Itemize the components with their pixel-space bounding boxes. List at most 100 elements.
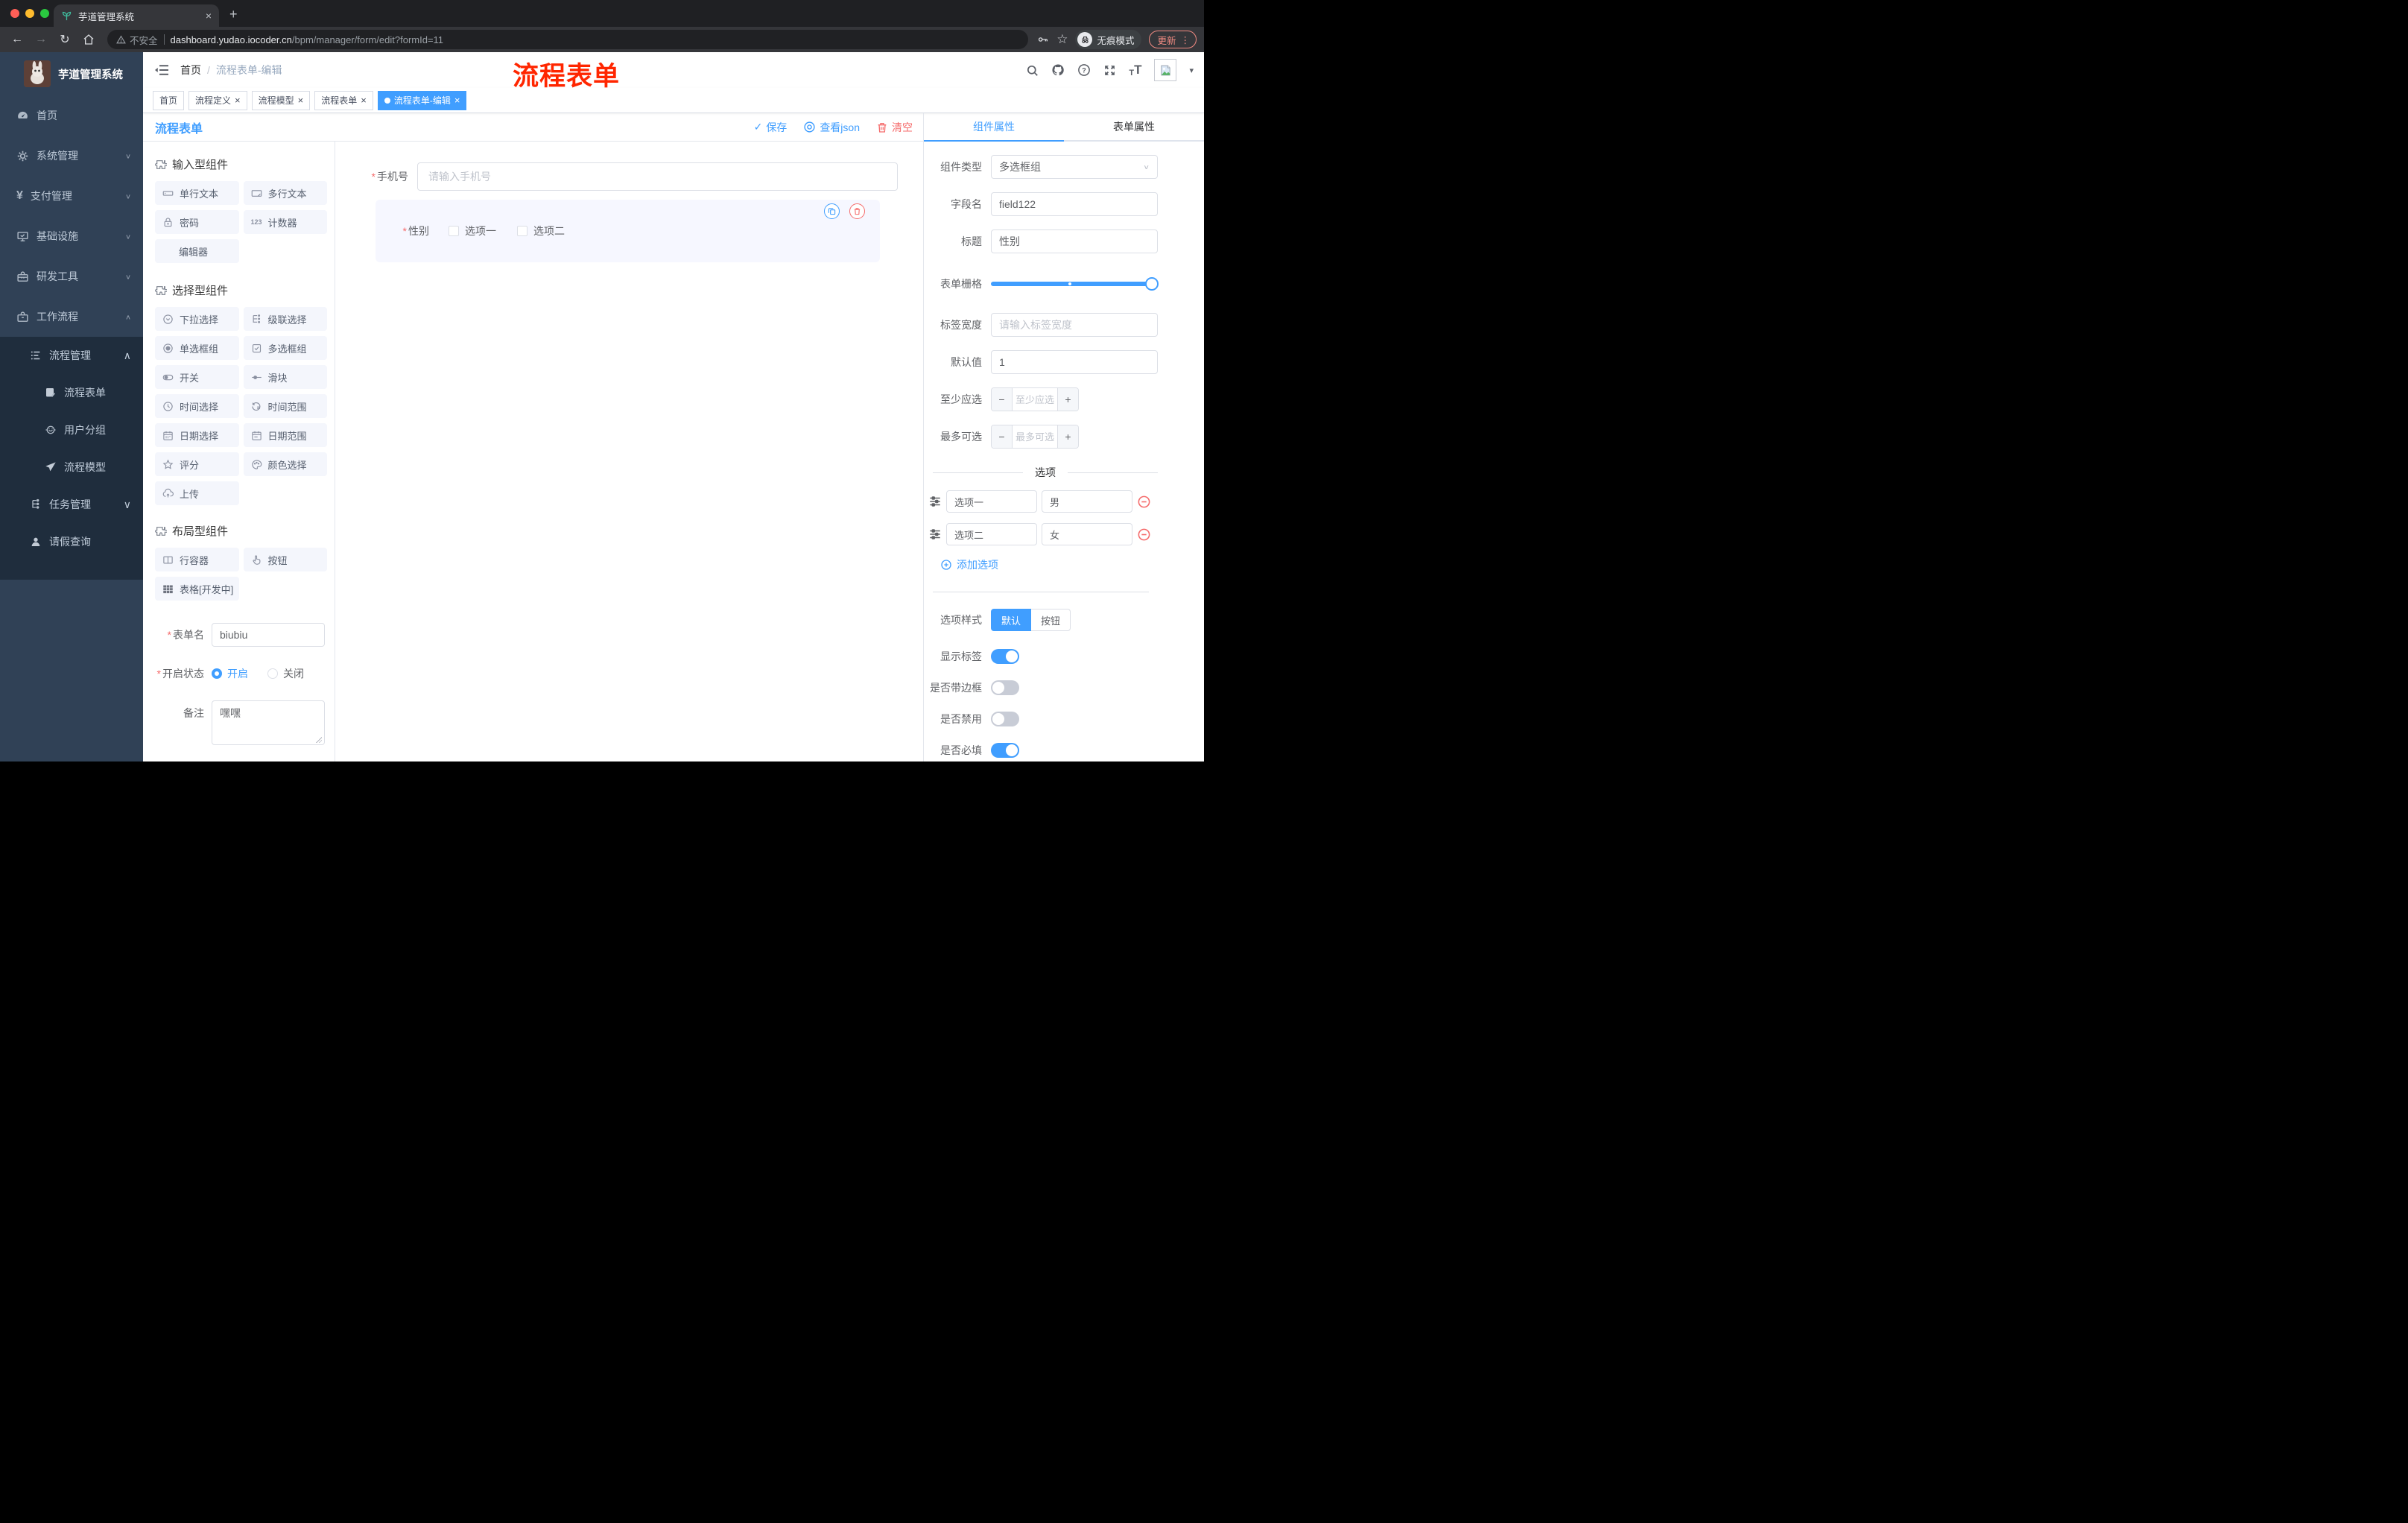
tag-process-model[interactable]: 流程模型 × bbox=[251, 90, 311, 110]
tag-process-form-edit[interactable]: 流程表单-编辑 × bbox=[377, 90, 467, 110]
sidebar-item-process-form[interactable]: 流程表单 bbox=[0, 374, 143, 411]
sidebar-item-home[interactable]: 首页 bbox=[0, 95, 143, 136]
required-toggle[interactable] bbox=[991, 743, 1019, 758]
url-bar[interactable]: 不安全 dashboard.yudao.iocoder.cn/bpm/manag… bbox=[107, 30, 1029, 49]
copy-widget-button[interactable] bbox=[824, 203, 840, 219]
style-default-button[interactable]: 默认 bbox=[991, 609, 1032, 631]
component-chip-checkbox-group[interactable]: 多选框组 bbox=[243, 336, 327, 360]
form-remark-textarea[interactable]: 嘿嘿 bbox=[212, 700, 325, 745]
form-name-input[interactable] bbox=[212, 623, 325, 647]
component-chip-textarea[interactable]: 多行文本 bbox=[243, 181, 327, 205]
avatar-caret-icon[interactable]: ▾ bbox=[1189, 66, 1194, 75]
option-value-input[interactable] bbox=[1042, 490, 1132, 513]
font-size-icon[interactable]: TT bbox=[1129, 63, 1141, 77]
grid-slider[interactable] bbox=[991, 277, 1159, 291]
stepper-minus-button[interactable]: − bbox=[992, 388, 1013, 411]
component-chip-time-picker[interactable]: 时间选择 bbox=[155, 394, 239, 418]
form-canvas[interactable]: * 手机号 请输入手机号 * 性别 选项一 选项二 bbox=[335, 142, 923, 762]
add-option-button[interactable]: 添加选项 bbox=[940, 557, 1158, 572]
drag-handle-icon[interactable] bbox=[928, 528, 942, 541]
option-label-input[interactable] bbox=[946, 490, 1037, 513]
radio-status-on[interactable]: 开启 bbox=[212, 666, 248, 681]
component-chip-text-input[interactable]: 单行文本 bbox=[155, 181, 239, 205]
sidebar-item-process-model[interactable]: 流程模型 bbox=[0, 449, 143, 486]
drag-handle-icon[interactable] bbox=[928, 495, 942, 508]
component-chip-counter[interactable]: 123 计数器 bbox=[243, 210, 327, 234]
tag-close-icon[interactable]: × bbox=[235, 95, 241, 106]
component-chip-editor[interactable]: 编辑器 bbox=[155, 239, 239, 263]
save-button[interactable]: ✓ 保存 bbox=[754, 120, 788, 135]
checkbox-option-2[interactable]: 选项二 bbox=[517, 224, 565, 238]
component-chip-time-range[interactable]: 时间范围 bbox=[243, 394, 327, 418]
remove-option-icon[interactable] bbox=[1137, 528, 1151, 542]
component-chip-button[interactable]: 按钮 bbox=[243, 548, 327, 571]
tag-close-icon[interactable]: × bbox=[454, 95, 460, 106]
component-chip-cascader[interactable]: 级联选择 bbox=[243, 307, 327, 331]
bookmark-star-icon[interactable]: ☆ bbox=[1056, 32, 1068, 47]
component-chip-table[interactable]: 表格[开发中] bbox=[155, 577, 239, 601]
search-icon[interactable] bbox=[1026, 64, 1039, 77]
option-label-input[interactable] bbox=[946, 523, 1037, 545]
component-chip-rate[interactable]: 评分 bbox=[155, 452, 239, 476]
tag-process-definition[interactable]: 流程定义 × bbox=[188, 90, 247, 110]
home-icon[interactable] bbox=[79, 30, 98, 49]
sidebar-item-leave-query[interactable]: 请假查询 bbox=[0, 523, 143, 560]
canvas-field-gender-selected[interactable]: * 性别 选项一 选项二 bbox=[376, 200, 880, 262]
tab-form-props[interactable]: 表单属性 bbox=[1064, 113, 1204, 142]
component-chip-password[interactable]: 密码 bbox=[155, 210, 239, 234]
sidebar-item-workflow[interactable]: 工作流程 ∧ bbox=[0, 297, 143, 337]
border-toggle[interactable] bbox=[991, 680, 1019, 695]
component-chip-date-picker[interactable]: 日期选择 bbox=[155, 423, 239, 447]
component-chip-switch[interactable]: 开关 bbox=[155, 365, 239, 389]
tag-close-icon[interactable]: × bbox=[361, 95, 367, 106]
field-name-input[interactable] bbox=[991, 192, 1158, 216]
stepper-minus-button[interactable]: − bbox=[992, 425, 1013, 448]
sidebar-item-user-group[interactable]: 用户分组 bbox=[0, 411, 143, 449]
option-value-input[interactable] bbox=[1042, 523, 1132, 545]
style-button-button[interactable]: 按钮 bbox=[1031, 609, 1071, 631]
phone-input[interactable] bbox=[417, 162, 898, 191]
sidebar-toggle-icon[interactable] bbox=[155, 64, 168, 76]
sidebar-item-infrastructure[interactable]: 基础设施 ∨ bbox=[0, 216, 143, 256]
sidebar-item-process-manage[interactable]: 流程管理 ∧ bbox=[0, 337, 143, 374]
back-icon[interactable]: ← bbox=[7, 30, 27, 49]
component-chip-color-picker[interactable]: 颜色选择 bbox=[243, 452, 327, 476]
fullscreen-icon[interactable] bbox=[1103, 64, 1116, 77]
default-value-input[interactable] bbox=[991, 350, 1158, 374]
forward-icon[interactable]: → bbox=[31, 30, 51, 49]
sidebar-logo[interactable]: 芋道管理系统 bbox=[0, 52, 143, 95]
browser-menu-icon[interactable]: ⋮ bbox=[1181, 34, 1191, 45]
radio-status-off[interactable]: 关闭 bbox=[267, 666, 304, 681]
reload-icon[interactable]: ↻ bbox=[55, 30, 75, 49]
new-tab-button[interactable]: + bbox=[229, 7, 238, 22]
window-minimize-button[interactable] bbox=[25, 9, 34, 18]
sidebar-item-devtools[interactable]: 研发工具 ∨ bbox=[0, 256, 143, 297]
component-chip-row-container[interactable]: 行容器 bbox=[155, 548, 239, 571]
help-icon[interactable]: ? bbox=[1077, 63, 1091, 77]
view-json-button[interactable]: 查看json bbox=[803, 120, 860, 135]
tag-close-icon[interactable]: × bbox=[298, 95, 304, 106]
checkbox-option-1[interactable]: 选项一 bbox=[449, 224, 496, 238]
canvas-field-phone[interactable]: * 手机号 bbox=[371, 162, 898, 191]
browser-tab[interactable]: 芋道管理系统 × bbox=[54, 4, 219, 27]
browser-update-button[interactable]: 更新 ⋮ bbox=[1149, 31, 1197, 48]
slider-handle[interactable] bbox=[1145, 277, 1159, 291]
component-chip-upload[interactable]: 上传 bbox=[155, 481, 239, 505]
sidebar-item-system[interactable]: 系统管理 ∨ bbox=[0, 136, 143, 176]
max-select-input[interactable] bbox=[1013, 425, 1057, 448]
tab-close-icon[interactable]: × bbox=[206, 10, 212, 22]
stepper-plus-button[interactable]: + bbox=[1057, 425, 1078, 448]
component-chip-date-range[interactable]: 日期范围 bbox=[243, 423, 327, 447]
component-chip-slider[interactable]: 滑块 bbox=[243, 365, 327, 389]
breadcrumb-home[interactable]: 首页 bbox=[180, 63, 201, 77]
show-label-toggle[interactable] bbox=[991, 649, 1019, 664]
component-chip-select[interactable]: 下拉选择 bbox=[155, 307, 239, 331]
component-type-select[interactable]: 多选框组 ∨ bbox=[991, 155, 1158, 179]
github-icon[interactable] bbox=[1051, 63, 1065, 77]
delete-widget-button[interactable] bbox=[849, 203, 865, 219]
avatar[interactable] bbox=[1154, 59, 1177, 81]
min-select-input[interactable] bbox=[1013, 388, 1057, 411]
label-width-input[interactable] bbox=[991, 313, 1158, 337]
remove-option-icon[interactable] bbox=[1137, 495, 1151, 509]
tag-process-form[interactable]: 流程表单 × bbox=[314, 90, 373, 110]
